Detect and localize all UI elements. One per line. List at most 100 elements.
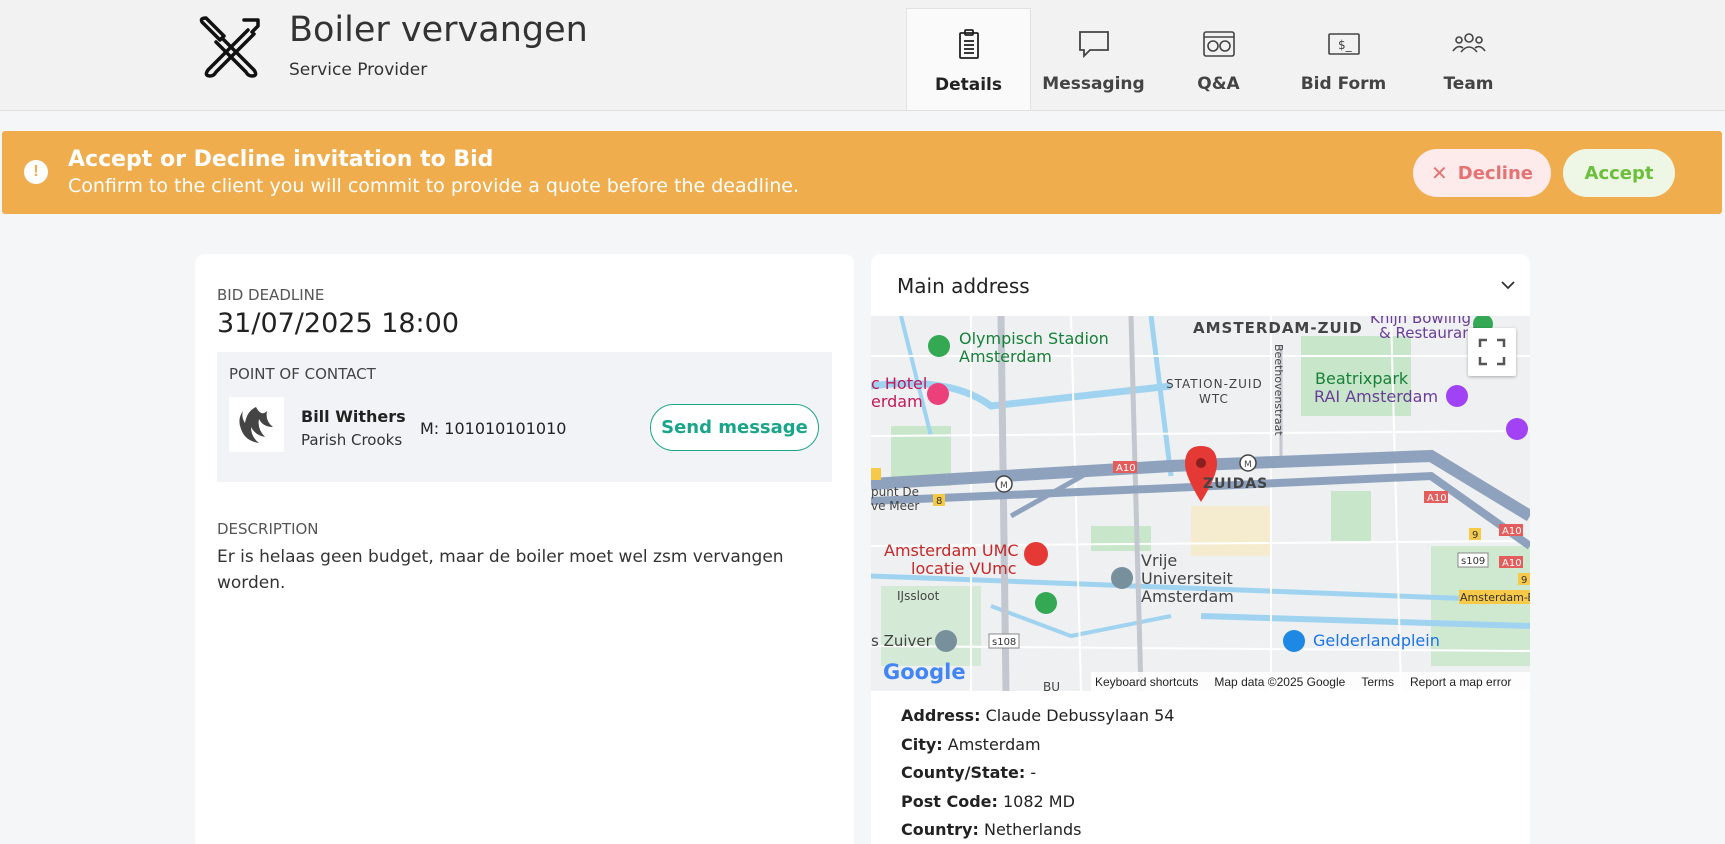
report-map-error-link[interactable]: Report a map error [1410, 675, 1511, 689]
fullscreen-button[interactable] [1468, 328, 1516, 376]
city-label: City: [901, 734, 943, 754]
address-header[interactable]: Main address [897, 274, 1030, 298]
point-of-contact: POINT OF CONTACT Bill Withers Parish Cro… [217, 352, 832, 482]
map-label-wtc: WTC [1199, 392, 1229, 406]
address-details: Address: Claude Debussylaan 54 City: Ams… [901, 702, 1174, 844]
map-canvas: AMSTERDAM-ZUID Knijn Bowling & Restauran… [871, 316, 1530, 691]
map-label-m-1: M [1000, 481, 1008, 491]
invitation-banner: ! Accept or Decline invitation to Bid Co… [2, 131, 1722, 214]
map-label-zuiver: s Zuiver [871, 632, 933, 650]
banner-text: Confirm to the client you will commit to… [68, 175, 799, 197]
map-data-text: Map data ©2025 Google [1214, 674, 1346, 689]
document-icon [958, 29, 979, 59]
contact-name: Bill Withers [301, 407, 406, 426]
google-logo: Google [883, 660, 966, 684]
banner-title: Accept or Decline invitation to Bid [68, 147, 494, 172]
map-footer: Keyboard shortcuts Map data ©2025 Google… [1091, 672, 1530, 691]
map-label-bu: BU [1043, 680, 1060, 691]
deadline-label: BID DEADLINE [217, 286, 325, 304]
tab-team[interactable]: Team [1406, 8, 1531, 110]
alert-icon: ! [24, 160, 48, 184]
map-label-a10-4: A10 [1502, 558, 1522, 569]
tab-qa-label: Q&A [1197, 74, 1240, 94]
map-label-eight: 8 [936, 496, 942, 507]
map-label-a10-3: A10 [1502, 526, 1522, 537]
chevron-down-icon[interactable] [1499, 276, 1517, 294]
tab-bid-form[interactable]: $_ Bid Form [1281, 8, 1406, 110]
tab-bid-form-label: Bid Form [1300, 74, 1387, 94]
country-line: Country: Netherlands [901, 816, 1174, 844]
county-label: County/State: [901, 763, 1026, 782]
map-label-a10-1: A10 [1116, 463, 1136, 474]
map-label-station-zuid: STATION-ZUID [1166, 377, 1263, 391]
deadline-value: 31/07/2025 18:00 [217, 308, 460, 339]
keyboard-shortcuts-link[interactable]: Keyboard shortcuts [1095, 675, 1198, 689]
map-label-nine-1: 9 [1472, 530, 1478, 541]
map-label-umc2: locatie VUmc [911, 559, 1017, 578]
tab-team-label: Team [1443, 74, 1494, 94]
map-label-beatrixpark: Beatrixpark [1315, 369, 1409, 388]
qa-icon [1202, 31, 1235, 57]
map-label-amsterdam-bu: Amsterdam-Bu [1460, 591, 1530, 604]
chat-icon [1078, 31, 1109, 59]
map-label-m-2: M [1244, 460, 1252, 470]
tab-messaging-label: Messaging [1042, 74, 1145, 94]
map-label-hotel2: erdam [871, 392, 923, 411]
contact-label: POINT OF CONTACT [229, 365, 376, 383]
details-card: BID DEADLINE 31/07/2025 18:00 POINT OF C… [195, 254, 854, 844]
address-line: Address: Claude Debussylaan 54 [901, 702, 1174, 731]
map-label-s109: s109 [1461, 556, 1485, 567]
tab-bar: Details Messaging Q&A $_ Bid Form Team [906, 8, 1531, 110]
map-label-umc: Amsterdam UMC [884, 541, 1019, 560]
map-label-nine-2: 9 [1521, 575, 1527, 586]
contact-company: Parish Crooks [301, 431, 403, 449]
map-label-olympisch2: Amsterdam [959, 347, 1052, 366]
page-title: Boiler vervangen [289, 10, 588, 50]
page-subtitle: Service Provider [289, 60, 428, 80]
map-label-vu: Vrije [1141, 551, 1177, 570]
map-label-zuidas: ZUIDAS [1203, 476, 1268, 492]
team-icon [1451, 33, 1486, 53]
money-icon: $_ [1327, 33, 1360, 55]
decline-button[interactable]: ✕ Decline [1413, 149, 1551, 197]
map-label-hotel: c Hotel [871, 374, 927, 393]
map-label-s108: s108 [992, 637, 1016, 648]
map-label-gelderlandplein: Gelderlandplein [1313, 631, 1440, 650]
map-label-knijn2: & Restaurant [1379, 324, 1478, 342]
tools-icon [199, 16, 260, 78]
country-label: Country: [901, 820, 979, 839]
postcode-value: 1082 MD [1003, 791, 1075, 811]
address-value: Claude Debussylaan 54 [985, 706, 1175, 725]
map-label-vu3: Amsterdam [1141, 587, 1234, 606]
send-message-button[interactable]: Send message [650, 404, 819, 451]
city-line: City: Amsterdam [901, 731, 1174, 760]
tab-messaging[interactable]: Messaging [1031, 8, 1156, 110]
city-value: Amsterdam [947, 734, 1041, 754]
close-icon: ✕ [1431, 161, 1448, 185]
contact-phone: M: 101010101010 [420, 419, 567, 438]
description-label: DESCRIPTION [217, 520, 319, 538]
map-label-punt: punt De [871, 485, 919, 499]
header: Boiler vervangen Service Provider Detail… [0, 0, 1725, 111]
accept-button[interactable]: Accept [1563, 149, 1675, 197]
map-label-ijssloot: IJssloot [897, 589, 940, 603]
map-label-beethoven: Beethovenstraat [1272, 344, 1285, 436]
decline-label: Decline [1457, 162, 1533, 184]
description-text: Er is helaas geen budget, maar de boiler… [217, 547, 784, 593]
tab-qa[interactable]: Q&A [1156, 8, 1281, 110]
terms-link[interactable]: Terms [1361, 675, 1394, 689]
fullscreen-icon [1478, 338, 1506, 366]
postcode-label: Post Code: [901, 791, 998, 811]
county-line: County/State: - [901, 759, 1174, 788]
map-label-rai: RAI Amsterdam [1314, 387, 1438, 406]
map-label-olympisch: Olympisch Stadion [959, 329, 1109, 348]
tab-details-label: Details [934, 75, 1002, 95]
map-label-punt2: ve Meer [871, 499, 919, 513]
map-label-a10-2: A10 [1427, 493, 1447, 504]
svg-text:$_: $_ [1338, 38, 1353, 52]
tab-details[interactable]: Details [906, 8, 1031, 110]
address-label: Address: [901, 706, 981, 725]
avatar [229, 397, 284, 452]
county-value: - [1030, 763, 1037, 782]
map[interactable]: AMSTERDAM-ZUID Knijn Bowling & Restauran… [871, 316, 1530, 691]
